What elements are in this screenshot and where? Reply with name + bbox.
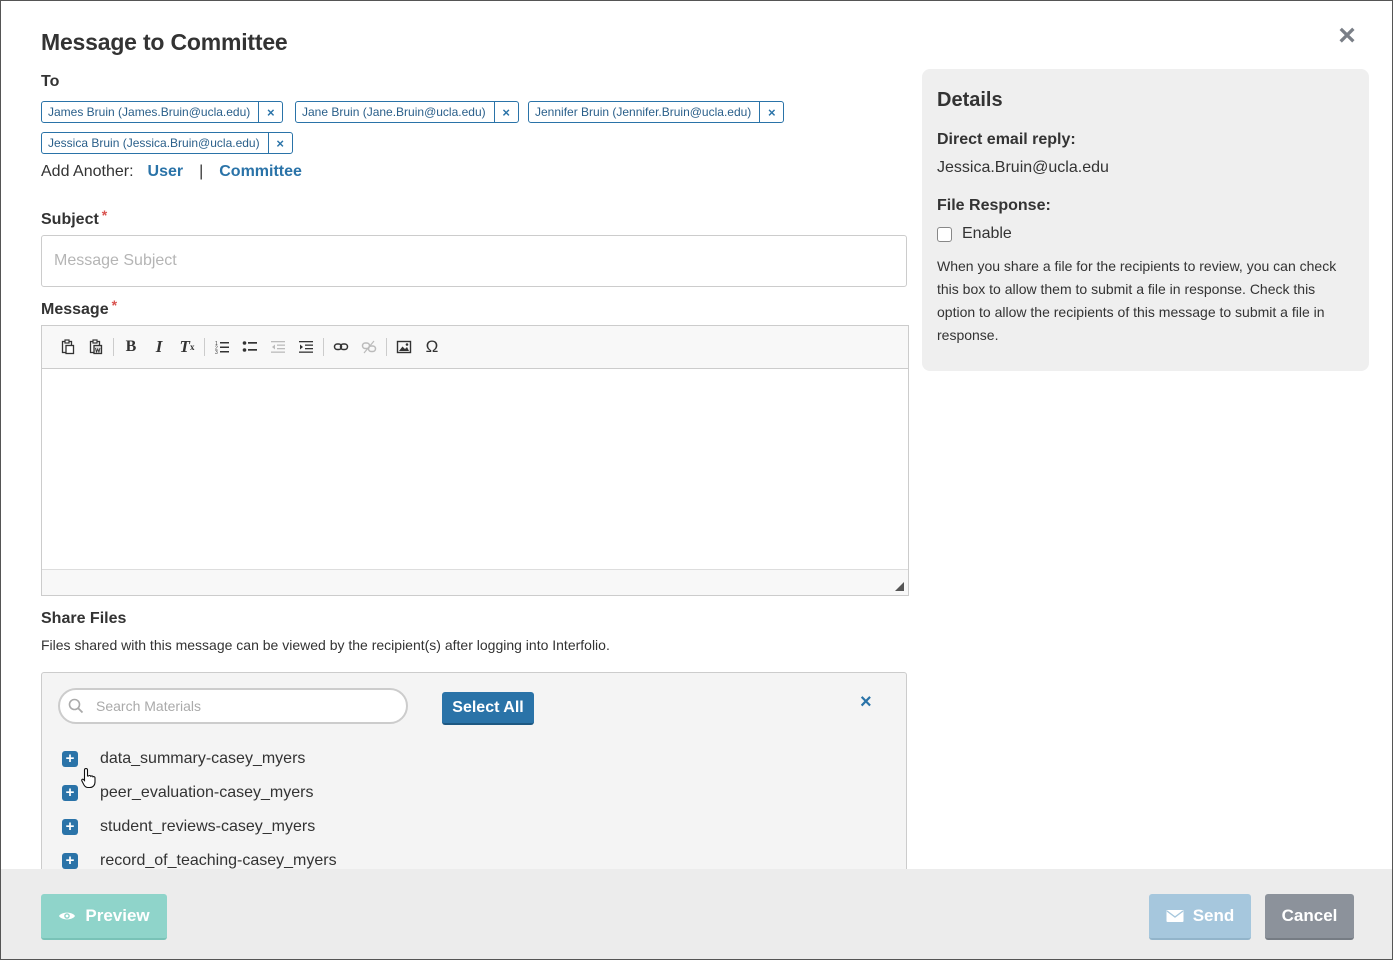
direct-email-reply-value: Jessica.Bruin@ucla.edu: [937, 159, 1109, 176]
enable-label: Enable: [962, 225, 1012, 242]
material-item: + data_summary-casey_myers: [62, 747, 305, 771]
hand-cursor-icon: [80, 767, 98, 789]
paste-icon[interactable]: [54, 333, 82, 361]
link-icon[interactable]: [327, 333, 355, 361]
remove-recipient-icon[interactable]: ×: [267, 133, 292, 153]
expand-plus-icon[interactable]: +: [62, 853, 78, 869]
enable-file-response[interactable]: Enable: [937, 225, 1012, 243]
subject-label-text: Subject: [41, 211, 99, 228]
to-label: To: [41, 73, 60, 90]
enable-checkbox[interactable]: [937, 226, 952, 242]
preview-button[interactable]: Preview: [41, 894, 167, 940]
share-files-description: Files shared with this message can be vi…: [41, 637, 610, 653]
editor-footer: [42, 569, 908, 595]
toolbar-separator: [386, 338, 387, 356]
share-files-title: Share Files: [41, 610, 127, 627]
material-name: student_reviews-casey_myers: [100, 818, 316, 835]
add-another-row: Add Another: User | Committee: [41, 163, 302, 181]
material-item: + peer_evaluation-casey_myers: [62, 781, 313, 805]
expand-plus-icon[interactable]: +: [62, 785, 78, 801]
numbered-list-icon[interactable]: 123: [208, 333, 236, 361]
indent-icon[interactable]: [292, 333, 320, 361]
add-another-label: Add Another:: [41, 163, 134, 180]
material-name: record_of_teaching-casey_myers: [100, 852, 337, 869]
material-name: peer_evaluation-casey_myers: [100, 784, 314, 801]
preview-label: Preview: [85, 906, 150, 925]
file-response-help: When you share a file for the recipients…: [937, 258, 1337, 343]
resize-handle-icon[interactable]: [895, 582, 904, 591]
message-editor: B I Tx 123 Ω: [41, 325, 909, 596]
recipient-chip-text: Jane Bruin (Jane.Bruin@ucla.edu): [302, 105, 486, 119]
toolbar-separator: [204, 338, 205, 356]
envelope-icon: [1166, 909, 1184, 923]
outdent-icon[interactable]: [264, 333, 292, 361]
add-user-link[interactable]: User: [148, 163, 184, 181]
message-label: Message *: [41, 297, 117, 319]
send-label: Send: [1192, 906, 1235, 925]
material-name: data_summary-casey_myers: [100, 750, 306, 767]
materials-panel: Select All × + data_summary-casey_myers …: [41, 672, 907, 902]
remove-format-icon[interactable]: Tx: [173, 333, 201, 361]
message-label-text: Message: [41, 301, 109, 318]
recipient-chip: Jessica Bruin (Jessica.Bruin@ucla.edu) ×: [41, 132, 293, 154]
subject-input[interactable]: [41, 235, 907, 287]
message-modal: Message to Committee × To James Bruin (J…: [0, 0, 1393, 960]
modal-footer: Preview Send Cancel: [1, 869, 1392, 959]
recipient-chip-text: James Bruin (James.Bruin@ucla.edu): [48, 105, 251, 119]
search-box: [58, 688, 408, 724]
special-character-icon[interactable]: Ω: [418, 333, 446, 361]
close-icon[interactable]: ×: [1333, 21, 1361, 51]
toolbar-separator: [113, 338, 114, 356]
direct-email-reply-label: Direct email reply:: [937, 131, 1076, 148]
expand-plus-icon[interactable]: +: [62, 819, 78, 835]
close-materials-icon[interactable]: ×: [860, 691, 872, 714]
select-all-button[interactable]: Select All: [442, 692, 534, 725]
image-icon[interactable]: [390, 333, 418, 361]
italic-icon[interactable]: I: [145, 333, 173, 361]
search-materials-input[interactable]: [96, 696, 396, 716]
details-panel: Details Direct email reply: Jessica.Brui…: [922, 69, 1369, 371]
recipient-chip: James Bruin (James.Bruin@ucla.edu) ×: [41, 101, 284, 123]
required-mark: *: [101, 207, 108, 223]
material-item: + student_reviews-casey_myers: [62, 815, 315, 839]
recipient-chip-text: Jessica Bruin (Jessica.Bruin@ucla.edu): [48, 136, 260, 150]
expand-plus-icon[interactable]: +: [62, 751, 78, 767]
recipient-chip: Jennifer Bruin (Jennifer.Bruin@ucla.edu)…: [528, 101, 785, 123]
add-committee-link[interactable]: Committee: [219, 163, 302, 181]
search-icon: [68, 698, 84, 714]
message-body-input[interactable]: [42, 369, 908, 569]
remove-recipient-icon[interactable]: ×: [493, 102, 518, 122]
recipient-chip: Jane Bruin (Jane.Bruin@ucla.edu) ×: [295, 101, 519, 123]
cancel-button[interactable]: Cancel: [1265, 894, 1354, 940]
toolbar-separator: [323, 338, 324, 356]
file-response-label: File Response:: [937, 197, 1051, 214]
bold-icon[interactable]: B: [117, 333, 145, 361]
unlink-icon[interactable]: [355, 333, 383, 361]
subject-label: Subject *: [41, 207, 107, 229]
paste-from-word-icon[interactable]: [82, 333, 110, 361]
svg-text:3: 3: [215, 350, 218, 355]
editor-toolbar: B I Tx 123 Ω: [42, 326, 908, 369]
details-title: Details: [937, 89, 1003, 111]
modal-title: Message to Committee: [41, 29, 288, 55]
eye-icon: [58, 910, 76, 922]
remove-recipient-icon[interactable]: ×: [258, 102, 282, 122]
bulleted-list-icon[interactable]: [236, 333, 264, 361]
remove-recipient-icon[interactable]: ×: [759, 102, 783, 122]
recipient-chip-text: Jennifer Bruin (Jennifer.Bruin@ucla.edu): [535, 105, 752, 119]
separator: |: [199, 163, 204, 180]
required-mark: *: [111, 297, 118, 313]
send-button[interactable]: Send: [1149, 894, 1251, 940]
